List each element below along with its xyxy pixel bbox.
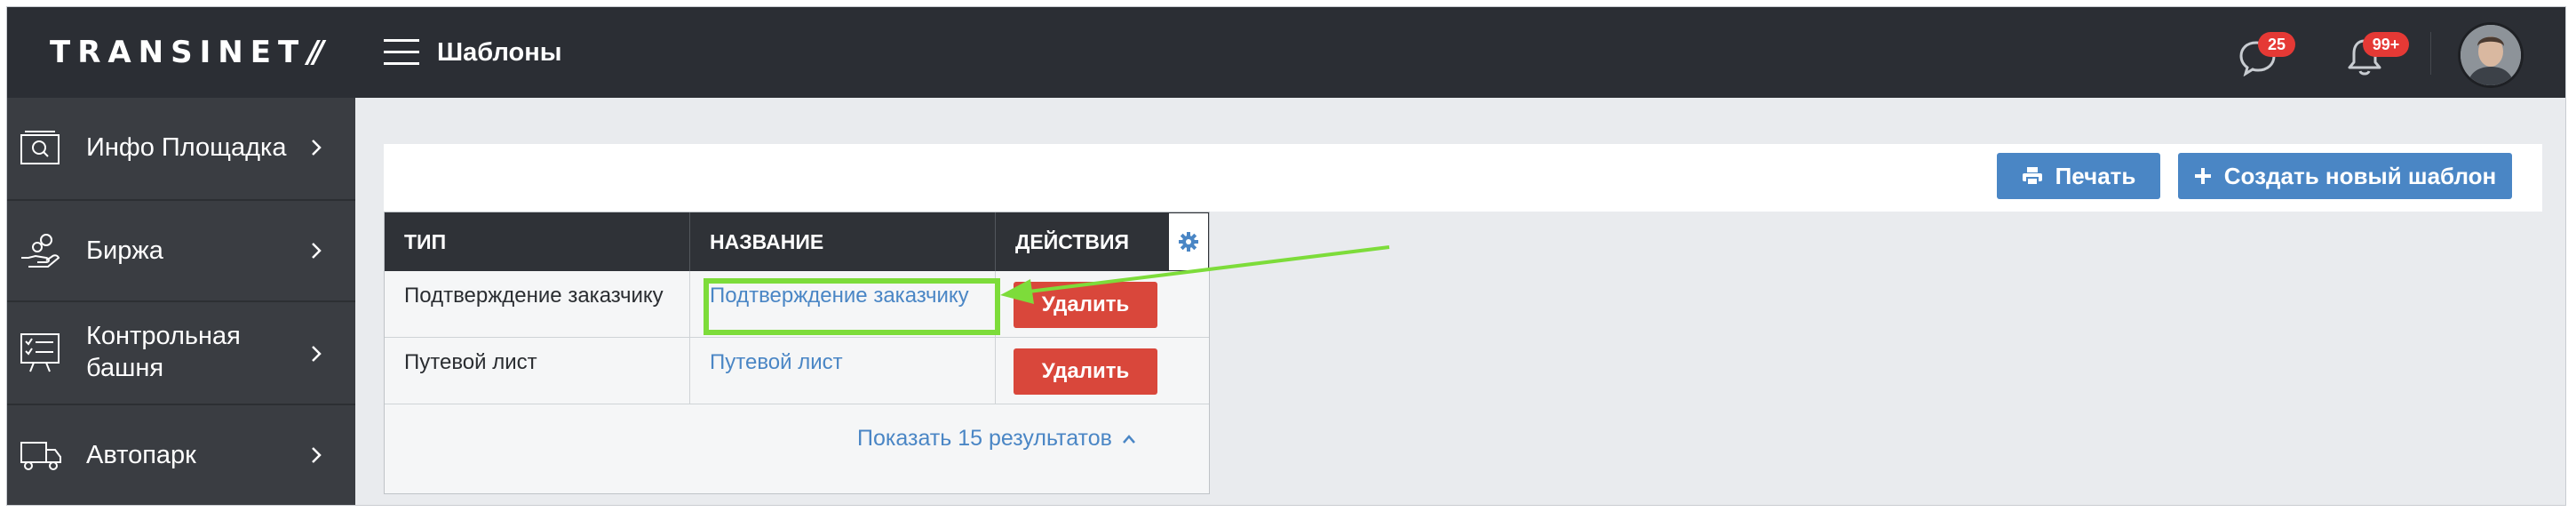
sidebar-item-control-tower[interactable]: Контрольная башня	[7, 302, 355, 405]
column-header-name[interactable]: НАЗВАНИЕ	[690, 212, 996, 271]
notifications-button[interactable]: 99+	[2345, 32, 2409, 80]
sidebar-item-fleet[interactable]: Автопарк	[7, 405, 355, 505]
chevron-right-icon	[309, 444, 323, 470]
sidebar-item-exchange[interactable]: Биржа	[7, 201, 355, 302]
sidebar-item-label: Контрольная башня	[86, 322, 241, 382]
chevron-right-icon	[309, 137, 323, 163]
sidebar-item-label: Автопарк	[86, 441, 196, 469]
print-button-label: Печать	[2055, 162, 2136, 189]
print-button[interactable]: Печать	[1997, 153, 2160, 199]
logo[interactable]: TRANSINET//	[50, 32, 324, 73]
chevron-up-icon	[1122, 434, 1135, 444]
plus-icon	[2194, 168, 2211, 184]
template-name-link[interactable]: Путевой лист	[710, 350, 843, 374]
topbar-divider	[2430, 32, 2431, 75]
cell-name: Подтверждение заказчику	[690, 271, 996, 337]
table-row: Путевой лист Путевой лист Удалить	[385, 338, 1209, 404]
sidebar-item-label: Инфо Площадка	[86, 133, 287, 162]
top-bar: TRANSINET// Шаблоны 25 99+	[7, 7, 2565, 98]
cell-actions: Удалить	[996, 338, 1209, 404]
sidebar-item-info-platform[interactable]: Инфо Площадка	[7, 98, 355, 201]
page-title: Шаблоны	[437, 38, 562, 67]
delete-button[interactable]: Удалить	[1014, 282, 1157, 328]
cell-actions: Удалить	[996, 271, 1209, 337]
sidebar: Инфо Площадка Биржа Контрольная башня Ав…	[7, 98, 355, 505]
cell-type: Подтверждение заказчику	[385, 271, 690, 337]
templates-table: ТИП НАЗВАНИЕ ДЕЙСТВИЯ Подтверждение зака…	[384, 212, 1210, 494]
chevron-right-icon	[309, 240, 323, 266]
cell-name: Путевой лист	[690, 338, 996, 404]
gear-icon	[1179, 232, 1198, 252]
notifications-badge: 99+	[2363, 32, 2409, 57]
truck-icon	[20, 439, 62, 476]
checklist-board-icon	[20, 331, 60, 378]
printer-icon	[2022, 167, 2042, 186]
messages-badge: 25	[2258, 32, 2295, 57]
column-header-actions[interactable]: ДЕЙСТВИЯ	[996, 212, 1168, 271]
search-card-icon	[20, 128, 60, 170]
messages-button[interactable]: 25	[2238, 32, 2295, 77]
app-window: TRANSINET// Шаблоны 25 99+ Инфо Площадка…	[7, 7, 2565, 505]
hand-coins-icon	[20, 231, 60, 275]
logo-text: TRANSINET	[50, 35, 306, 70]
create-template-button[interactable]: Создать новый шаблон	[2178, 153, 2512, 199]
show-more-label: Показать 15 результатов	[857, 426, 1112, 451]
table-settings-button[interactable]	[1168, 212, 1209, 271]
cell-type: Путевой лист	[385, 338, 690, 404]
column-header-type[interactable]: ТИП	[385, 212, 690, 271]
chevron-right-icon	[309, 343, 323, 369]
user-avatar-icon	[2461, 25, 2521, 85]
show-more-link[interactable]: Показать 15 результатов	[857, 426, 1137, 452]
sidebar-item-label: Биржа	[86, 236, 163, 265]
template-name-link[interactable]: Подтверждение заказчику	[710, 284, 969, 308]
toolbar: Печать Создать новый шаблон	[384, 144, 2542, 212]
create-template-label: Создать новый шаблон	[2223, 162, 2497, 189]
table-row: Подтверждение заказчику Подтверждение за…	[385, 271, 1209, 338]
hamburger-menu-icon[interactable]	[384, 37, 421, 68]
avatar[interactable]	[2461, 25, 2521, 85]
delete-button[interactable]: Удалить	[1014, 348, 1157, 395]
logo-mark: //	[307, 35, 324, 70]
